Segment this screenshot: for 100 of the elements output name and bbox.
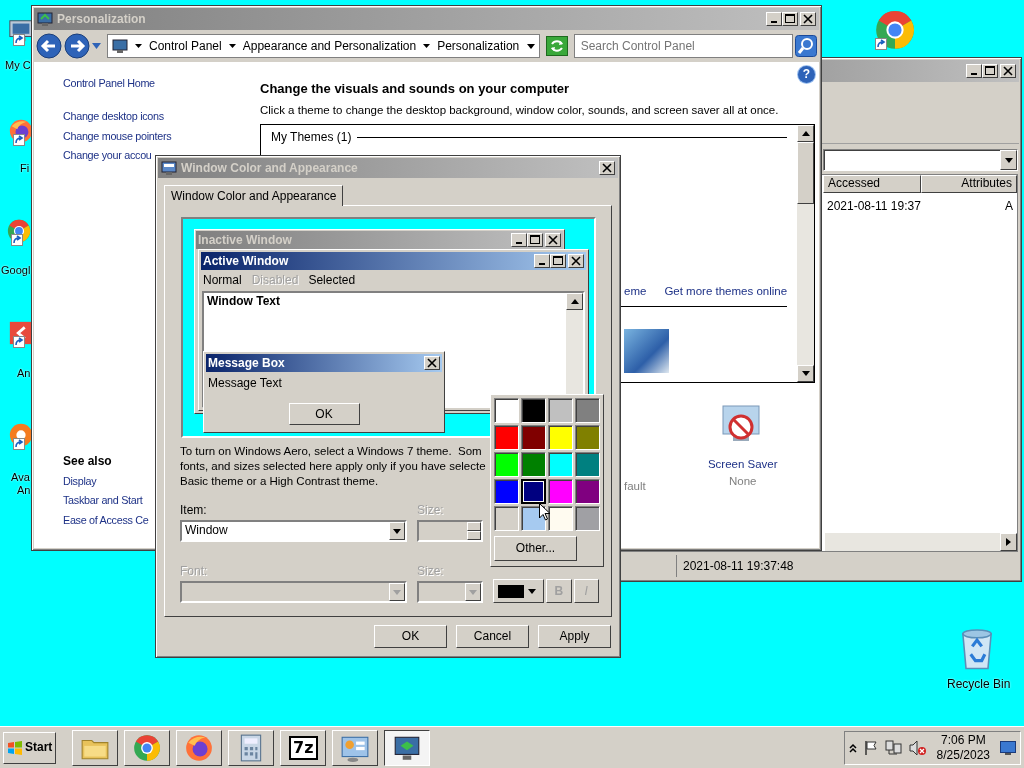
color-swatch[interactable] bbox=[494, 506, 519, 531]
show-desktop-icon[interactable] bbox=[1000, 740, 1016, 755]
menu-item[interactable]: Normal bbox=[203, 273, 242, 288]
desktop-icon-label[interactable]: An bbox=[17, 484, 31, 498]
color-swatch[interactable] bbox=[575, 479, 600, 504]
color-swatch[interactable] bbox=[575, 425, 600, 450]
breadcrumb-link[interactable]: Appearance and Personalization bbox=[242, 38, 417, 54]
path-field[interactable] bbox=[823, 149, 1018, 171]
desktop-icon-label[interactable]: An bbox=[17, 367, 31, 381]
taskbar-app-button[interactable]: 7z bbox=[280, 729, 327, 766]
address-dropdown-button[interactable] bbox=[526, 43, 535, 49]
close-button[interactable] bbox=[545, 233, 561, 247]
scroll-right-button[interactable] bbox=[1000, 533, 1017, 551]
taskbar-app-button[interactable] bbox=[384, 729, 431, 766]
color-swatch[interactable] bbox=[494, 425, 519, 450]
color-swatch[interactable] bbox=[575, 506, 600, 531]
desktop-icon-label[interactable]: Recycle Bin bbox=[947, 677, 1011, 692]
maximize-button[interactable] bbox=[782, 12, 798, 26]
desktop-icon-label[interactable]: Googl bbox=[1, 264, 31, 278]
color-swatch[interactable] bbox=[575, 452, 600, 477]
sidebar-link[interactable]: Change desktop icons bbox=[63, 110, 164, 124]
window-title: Message Box bbox=[208, 355, 285, 371]
color-swatch[interactable] bbox=[521, 398, 546, 423]
desktop-icon-label[interactable]: Ava bbox=[11, 471, 30, 485]
speaker-muted-icon[interactable] bbox=[908, 739, 927, 756]
search-button[interactable] bbox=[795, 35, 817, 57]
scroll-down-button[interactable] bbox=[797, 364, 815, 382]
tab[interactable]: Window Color and Appearance bbox=[164, 185, 344, 206]
color-swatch[interactable] bbox=[494, 479, 519, 504]
sidebar-link[interactable]: Ease of Access Ce bbox=[63, 513, 149, 527]
dropdown-button[interactable] bbox=[1000, 150, 1017, 170]
minimize-button[interactable] bbox=[966, 64, 982, 78]
forward-button[interactable] bbox=[64, 33, 90, 59]
color-swatch[interactable] bbox=[575, 398, 600, 423]
search-field[interactable]: Search Control Panel bbox=[573, 34, 793, 58]
close-button[interactable] bbox=[1000, 64, 1016, 78]
minimize-button[interactable] bbox=[534, 254, 550, 268]
color-swatch[interactable] bbox=[548, 506, 573, 531]
sidebar-link[interactable]: Change mouse pointers bbox=[63, 129, 172, 144]
start-button[interactable]: Start bbox=[3, 731, 57, 764]
refresh-button[interactable] bbox=[545, 36, 568, 56]
ok-button[interactable]: OK bbox=[288, 403, 360, 425]
sidebar-link[interactable]: Change your accou bbox=[63, 149, 152, 163]
desktop-icon-label[interactable]: Fi bbox=[20, 162, 30, 176]
horizontal-scrollbar[interactable] bbox=[825, 533, 1017, 551]
color-swatch[interactable] bbox=[521, 479, 546, 504]
close-icon bbox=[1001, 65, 1015, 77]
color-swatch[interactable] bbox=[494, 398, 519, 423]
close-button[interactable] bbox=[599, 161, 615, 175]
color-picker-button[interactable] bbox=[493, 579, 545, 603]
scroll-thumb[interactable] bbox=[797, 141, 815, 204]
other-colors-button[interactable]: Other... bbox=[494, 536, 577, 561]
color-swatch[interactable] bbox=[548, 452, 573, 477]
dialog-button[interactable]: OK bbox=[374, 625, 447, 648]
theme-link[interactable]: Get more themes online bbox=[664, 283, 788, 298]
minimize-icon bbox=[516, 242, 522, 244]
network-icon[interactable] bbox=[884, 739, 903, 756]
menu-item[interactable]: Selected bbox=[308, 273, 356, 288]
page-description: Click a theme to change the desktop background, window color, sounds, and screen saver all at once. bbox=[260, 103, 780, 118]
address-bar[interactable]: Control Panel Appearance and Personalization Personalization bbox=[107, 34, 540, 58]
table-cell-text: 2021-08-11 19:37 bbox=[826, 199, 921, 214]
close-button[interactable] bbox=[800, 12, 816, 26]
dialog-icon bbox=[161, 160, 177, 176]
close-button[interactable] bbox=[424, 356, 440, 370]
color-swatch[interactable] bbox=[494, 452, 519, 477]
sidebar-link[interactable]: Control Panel Home bbox=[63, 77, 155, 91]
minimize-button[interactable] bbox=[511, 233, 527, 247]
flag-icon[interactable] bbox=[862, 739, 879, 756]
maximize-button[interactable] bbox=[550, 254, 566, 268]
column-header[interactable]: Attributes bbox=[921, 175, 1017, 193]
sidebar-link[interactable]: Taskbar and Start bbox=[63, 494, 143, 508]
dialog-button[interactable]: Apply bbox=[538, 625, 611, 648]
breadcrumb-link[interactable]: Personalization bbox=[437, 38, 520, 54]
back-button[interactable] bbox=[36, 33, 62, 59]
column-header[interactable]: Accessed bbox=[823, 175, 921, 193]
color-swatch[interactable] bbox=[521, 425, 546, 450]
theme-thumbnail[interactable] bbox=[624, 329, 669, 373]
color-swatch[interactable] bbox=[548, 425, 573, 450]
scroll-up-button[interactable] bbox=[797, 124, 815, 142]
item-dropdown[interactable]: Window bbox=[180, 520, 407, 542]
theme-link[interactable]: eme bbox=[624, 283, 647, 298]
chevron-up-icon[interactable] bbox=[848, 742, 857, 753]
color-swatch[interactable] bbox=[521, 452, 546, 477]
breadcrumb-link[interactable]: Control Panel bbox=[149, 38, 222, 54]
color-swatch[interactable] bbox=[548, 398, 573, 423]
close-button[interactable] bbox=[568, 254, 584, 268]
sidebar-link[interactable]: Display bbox=[63, 474, 97, 489]
personalization-icon bbox=[37, 11, 53, 27]
maximize-button[interactable] bbox=[527, 233, 543, 247]
vertical-scrollbar[interactable] bbox=[797, 124, 815, 382]
help-button[interactable]: ? bbox=[798, 66, 815, 83]
color-swatch[interactable] bbox=[548, 479, 573, 504]
desktop-icon-label[interactable]: My C bbox=[5, 59, 31, 73]
dialog-button[interactable]: Cancel bbox=[456, 625, 529, 648]
theme-group-heading: My Themes (1) bbox=[271, 129, 352, 145]
history-button[interactable] bbox=[92, 43, 101, 49]
maximize-button[interactable] bbox=[982, 64, 998, 78]
minimize-button[interactable] bbox=[766, 12, 782, 26]
screen-saver-link[interactable]: Screen Saver bbox=[707, 456, 778, 471]
clock[interactable]: 7:06 PM 8/25/2023 bbox=[932, 732, 994, 763]
